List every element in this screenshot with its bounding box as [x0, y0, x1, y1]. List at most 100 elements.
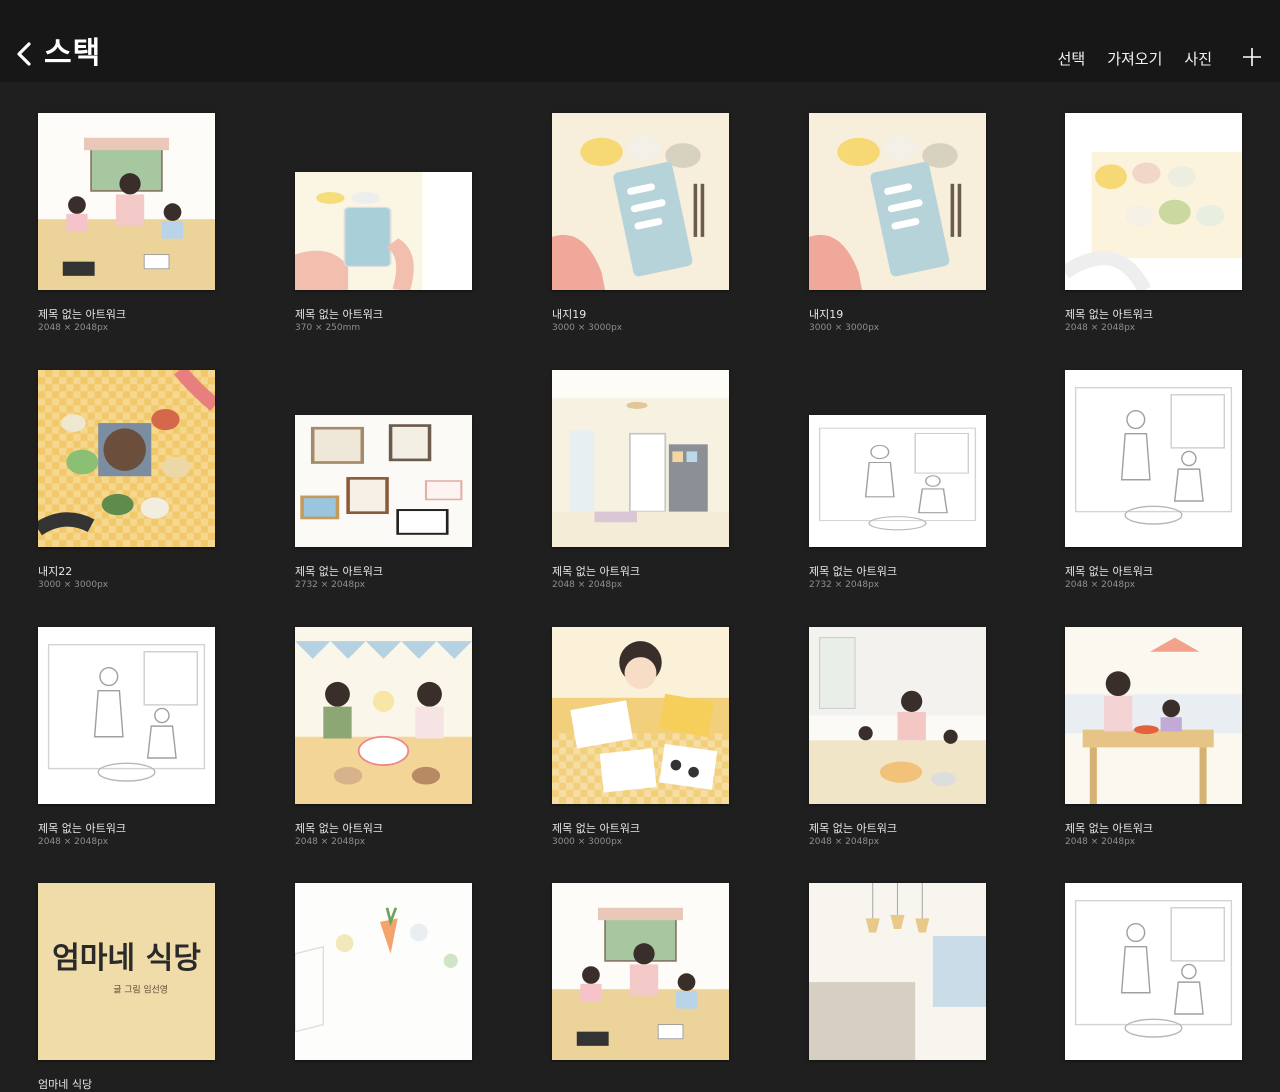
cover-title-text: 엄마네 식당 — [52, 941, 201, 976]
artwork-size: 2048 × 2048px — [809, 837, 880, 847]
artwork-size: 2732 × 2048px — [809, 580, 880, 590]
artwork-thumbnail[interactable] — [295, 627, 472, 804]
artwork-thumbnail[interactable] — [1065, 113, 1242, 290]
artwork-size: 2048 × 2048px — [552, 580, 623, 590]
artwork-image — [38, 113, 215, 290]
add-canvas-button[interactable] — [1242, 47, 1262, 71]
artwork-caption: 내지19 3000 × 3000px — [552, 308, 622, 334]
page-title: 스택 — [44, 36, 102, 71]
artwork-size: 2048 × 2048px — [1065, 580, 1136, 590]
artwork-size: 3000 × 3000px — [552, 837, 623, 847]
artwork-title: 제목 없는 아트워크 — [1065, 822, 1153, 835]
artwork-image — [1065, 370, 1242, 547]
artwork-image — [552, 370, 729, 547]
artwork-thumbnail[interactable] — [809, 113, 986, 290]
artwork-image — [38, 627, 215, 804]
chevron-left-icon — [17, 42, 31, 66]
artwork-image: 엄마네 식당 글 그림 임선영 — [38, 883, 215, 1060]
artwork-image — [1065, 883, 1242, 1060]
artwork-caption: 제목 없는 아트워크 2048 × 2048px — [38, 822, 126, 848]
artwork-thumbnail[interactable] — [809, 415, 986, 547]
artwork-thumbnail[interactable]: 엄마네 식당 글 그림 임선영 — [38, 883, 215, 1060]
artwork-image — [1065, 627, 1242, 804]
artwork-title: 제목 없는 아트워크 — [552, 822, 640, 835]
artwork-image — [552, 883, 729, 1060]
artwork-image — [295, 172, 472, 290]
artwork-size: 3000 × 3000px — [552, 323, 623, 333]
artwork-size: 370 × 250mm — [295, 323, 361, 333]
artwork-caption: 내지22 3000 × 3000px — [38, 565, 108, 591]
header-actions: 선택 가져오기 사진 — [1036, 44, 1262, 74]
artwork-thumbnail[interactable] — [552, 113, 729, 290]
artwork-grid: 제목 없는 아트워크 2048 × 2048px 제목 없는 아트워크 370 × … — [0, 82, 1280, 1091]
artwork-title: 제목 없는 아트워크 — [552, 565, 640, 578]
artwork-caption: 제목 없는 아트워크 2048 × 2048px — [552, 565, 640, 591]
artwork-size: 2048 × 2048px — [38, 837, 109, 847]
artwork-title: 제목 없는 아트워크 — [295, 308, 383, 321]
artwork-title: 제목 없는 아트워크 — [38, 822, 126, 835]
import-button[interactable]: 가져오기 — [1107, 44, 1162, 74]
artwork-thumbnail[interactable] — [38, 370, 215, 547]
artwork-image — [295, 883, 472, 1060]
artwork-image — [1065, 113, 1242, 290]
artwork-title: 제목 없는 아트워크 — [38, 308, 126, 321]
artwork-title: 내지19 — [809, 308, 844, 321]
artwork-title: 제목 없는 아트워크 — [1065, 565, 1153, 578]
artwork-caption: 내지19 3000 × 3000px — [809, 308, 879, 334]
select-button[interactable]: 선택 — [1058, 44, 1086, 74]
artwork-thumbnail[interactable] — [552, 370, 729, 547]
artwork-thumbnail[interactable] — [809, 627, 986, 804]
artwork-size: 2048 × 2048px — [1065, 323, 1136, 333]
artwork-title: 엄마네 식당 — [38, 1078, 93, 1091]
artwork-title: 제목 없는 아트워크 — [809, 565, 897, 578]
artwork-caption: 제목 없는 아트워크 2048 × 2048px — [38, 308, 126, 334]
artwork-size: 3000 × 3000px — [38, 580, 109, 590]
artwork-caption: 제목 없는 아트워크 2048 × 2048px — [295, 822, 383, 848]
artwork-thumbnail[interactable] — [38, 113, 215, 290]
artwork-image — [38, 370, 215, 547]
artwork-caption: 제목 없는 아트워크 2732 × 2048px — [295, 565, 383, 591]
artwork-thumbnail[interactable] — [1065, 883, 1242, 1060]
artwork-image — [552, 627, 729, 804]
artwork-title: 내지19 — [552, 308, 587, 321]
artwork-caption: 엄마네 식당 — [38, 1078, 92, 1092]
artwork-title: 제목 없는 아트워크 — [295, 822, 383, 835]
artwork-title: 내지22 — [38, 565, 73, 578]
artwork-image — [809, 627, 986, 804]
plus-icon — [1243, 48, 1261, 66]
artwork-image — [809, 883, 986, 1060]
artwork-size: 3000 × 3000px — [809, 323, 880, 333]
artwork-thumbnail[interactable] — [552, 883, 729, 1060]
artwork-title: 제목 없는 아트워크 — [1065, 308, 1153, 321]
artwork-caption: 제목 없는 아트워크 2048 × 2048px — [809, 822, 897, 848]
artwork-thumbnail[interactable] — [295, 415, 472, 547]
artwork-image — [809, 113, 986, 290]
artwork-size: 2048 × 2048px — [1065, 837, 1136, 847]
artwork-thumbnail[interactable] — [552, 627, 729, 804]
artwork-thumbnail[interactable] — [295, 883, 472, 1060]
photos-button[interactable]: 사진 — [1184, 44, 1212, 74]
artwork-image — [809, 415, 986, 547]
artwork-thumbnail[interactable] — [809, 883, 986, 1060]
artwork-caption: 제목 없는 아트워크 3000 × 3000px — [552, 822, 640, 848]
artwork-title: 제목 없는 아트워크 — [295, 565, 383, 578]
artwork-thumbnail[interactable] — [1065, 627, 1242, 804]
artwork-caption: 제목 없는 아트워크 2048 × 2048px — [1065, 822, 1153, 848]
artwork-caption: 제목 없는 아트워크 2048 × 2048px — [1065, 565, 1153, 591]
artwork-size: 2048 × 2048px — [295, 837, 366, 847]
artwork-caption: 제목 없는 아트워크 2732 × 2048px — [809, 565, 897, 591]
artwork-image — [295, 415, 472, 547]
artwork-size: 2732 × 2048px — [295, 580, 366, 590]
artwork-caption: 제목 없는 아트워크 2048 × 2048px — [1065, 308, 1153, 334]
cover-subtitle-text: 글 그림 임선영 — [113, 984, 167, 996]
artwork-image — [552, 113, 729, 290]
artwork-thumbnail[interactable] — [1065, 370, 1242, 547]
artwork-caption: 제목 없는 아트워크 370 × 250mm — [295, 308, 383, 334]
artwork-thumbnail[interactable] — [38, 627, 215, 804]
artwork-size: 2048 × 2048px — [38, 323, 109, 333]
top-bar: 스택 선택 가져오기 사진 — [0, 0, 1280, 82]
artwork-thumbnail[interactable] — [295, 172, 472, 290]
artwork-image — [295, 627, 472, 804]
artwork-title: 제목 없는 아트워크 — [809, 822, 897, 835]
back-button[interactable]: 스택 — [14, 34, 101, 74]
